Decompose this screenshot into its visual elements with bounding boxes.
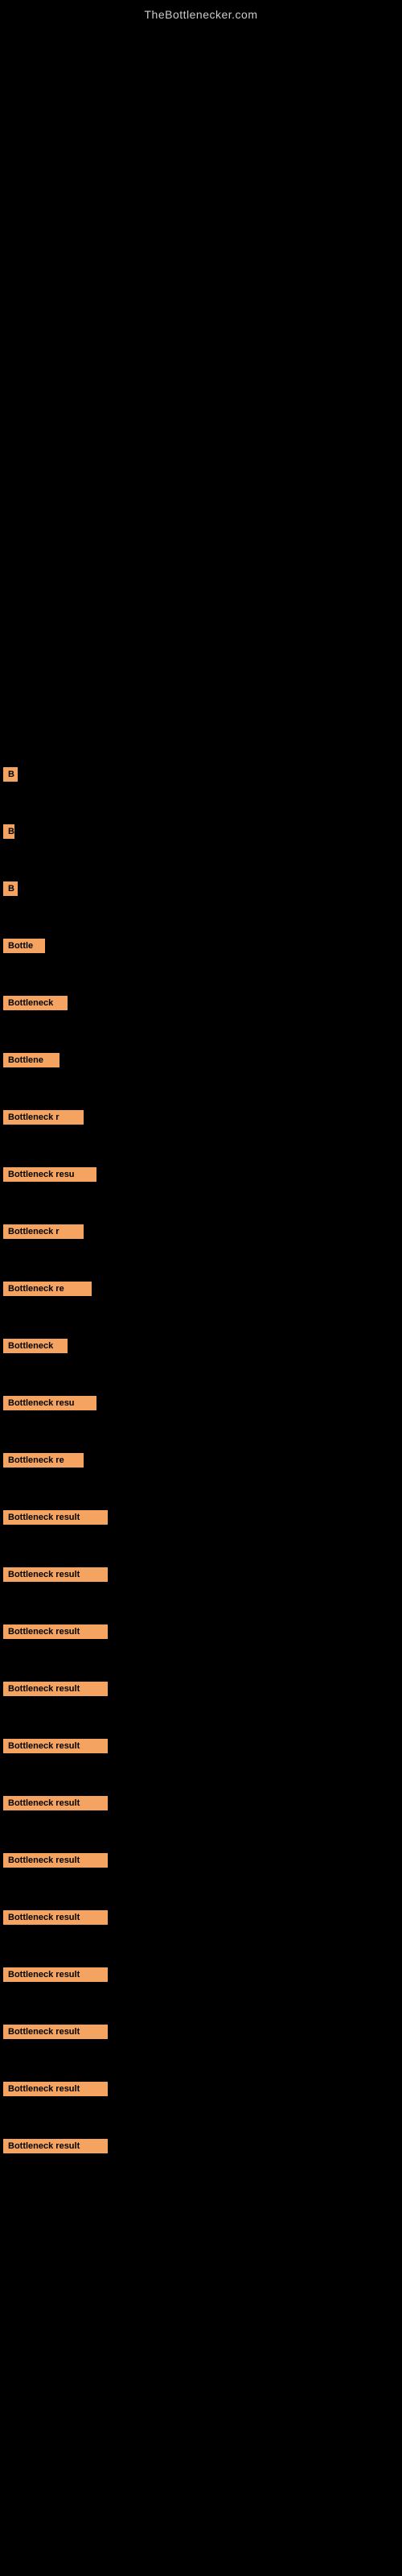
label-row-20: Bottleneck result [0,1852,402,1868]
label-row-5: Bottleneck [0,995,402,1010]
bottleneck-label-10: Bottleneck re [3,1282,92,1296]
label-row-15: Bottleneck result [0,1567,402,1582]
label-row-11: Bottleneck [0,1338,402,1353]
label-row-7: Bottleneck r [0,1109,402,1125]
label-row-6: Bottlene [0,1052,402,1067]
bottleneck-label-20: Bottleneck result [3,1853,108,1868]
label-row-18: Bottleneck result [0,1738,402,1753]
bottleneck-label-2: B [3,824,14,839]
label-row-12: Bottleneck resu [0,1395,402,1410]
main-chart-area [0,26,402,750]
bottleneck-label-23: Bottleneck result [3,2025,108,2039]
bottleneck-label-21: Bottleneck result [3,1910,108,1925]
label-row-14: Bottleneck result [0,1509,402,1525]
label-row-25: Bottleneck result [0,2138,402,2153]
bottleneck-label-5: Bottleneck [3,996,68,1010]
bottleneck-label-4: Bottle [3,939,45,953]
bottleneck-label-16: Bottleneck result [3,1624,108,1639]
label-row-3: B [0,881,402,896]
label-row-17: Bottleneck result [0,1681,402,1696]
bottleneck-label-3: B [3,881,18,896]
label-row-19: Bottleneck result [0,1795,402,1810]
bottleneck-label-24: Bottleneck result [3,2082,108,2096]
bottleneck-label-9: Bottleneck r [3,1224,84,1239]
bottleneck-label-12: Bottleneck resu [3,1396,96,1410]
label-row-24: Bottleneck result [0,2081,402,2096]
bottleneck-label-18: Bottleneck result [3,1739,108,1753]
label-row-9: Bottleneck r [0,1224,402,1239]
bottleneck-label-6: Bottlene [3,1053,59,1067]
label-row-10: Bottleneck re [0,1281,402,1296]
label-row-2: B [0,824,402,839]
bottleneck-label-14: Bottleneck result [3,1510,108,1525]
bottleneck-label-17: Bottleneck result [3,1682,108,1696]
site-title: TheBottlenecker.com [0,0,402,26]
label-row-13: Bottleneck re [0,1452,402,1468]
bottleneck-label-22: Bottleneck result [3,1967,108,1982]
label-row-4: Bottle [0,938,402,953]
label-row-21: Bottleneck result [0,1909,402,1925]
bottleneck-label-8: Bottleneck resu [3,1167,96,1182]
bottleneck-label-13: Bottleneck re [3,1453,84,1468]
bottleneck-label-7: Bottleneck r [3,1110,84,1125]
label-row-16: Bottleneck result [0,1624,402,1639]
bottleneck-labels-container: B B B Bottle Bottleneck Bottlene Bottleneck r B… [0,750,402,2153]
bottleneck-label-1: B [3,767,18,782]
bottleneck-label-15: Bottleneck result [3,1567,108,1582]
label-row-23: Bottleneck result [0,2024,402,2039]
bottleneck-label-11: Bottleneck [3,1339,68,1353]
label-row-1: B [0,766,402,782]
bottleneck-label-25: Bottleneck result [3,2139,108,2153]
label-row-8: Bottleneck resu [0,1166,402,1182]
bottleneck-label-19: Bottleneck result [3,1796,108,1810]
label-row-22: Bottleneck result [0,1967,402,1982]
